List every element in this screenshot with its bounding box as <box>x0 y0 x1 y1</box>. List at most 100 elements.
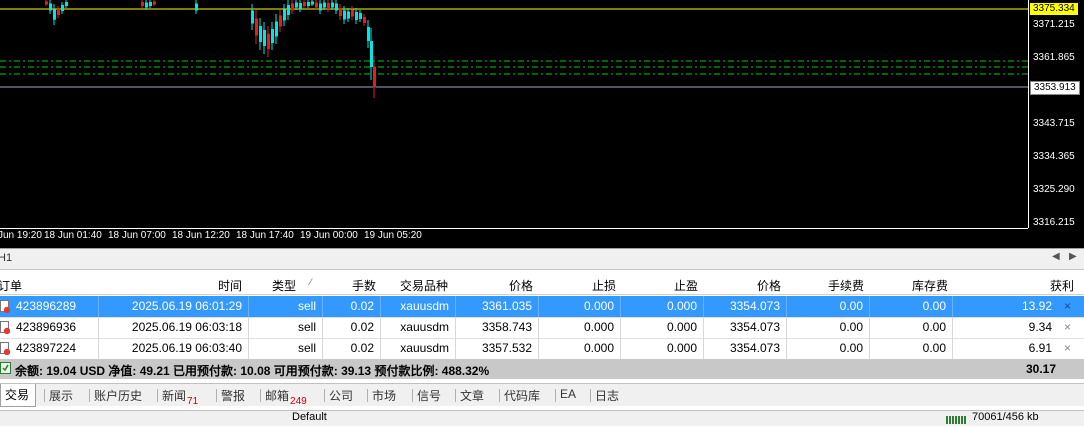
candle-body <box>65 2 68 6</box>
col-type[interactable]: 类型 <box>272 277 296 294</box>
col-commission[interactable]: 手续费 <box>828 277 864 294</box>
candle-body <box>373 66 376 88</box>
tab-0[interactable]: 交易 <box>0 384 37 407</box>
chart-tab-row: H1 ◀ ▶ <box>0 248 1084 270</box>
tab-12[interactable]: 日志 <box>595 387 619 404</box>
candle-body <box>295 2 298 8</box>
tab-label: 交易 <box>5 388 30 402</box>
cell-order: 423896936 <box>16 320 77 334</box>
sell-order-icon <box>0 342 10 355</box>
candle-body <box>275 21 278 37</box>
chart-tab-h1[interactable]: H1 <box>0 252 12 264</box>
candle-body <box>259 26 262 42</box>
candle-body <box>339 8 342 16</box>
cell-type: sell <box>297 320 316 334</box>
tab-10[interactable]: 代码库 <box>504 387 540 404</box>
col-price[interactable]: 价格 <box>509 277 533 294</box>
candle-body <box>315 2 318 8</box>
tab-divider <box>260 389 261 402</box>
candle-body <box>347 11 350 19</box>
candle-body <box>251 10 254 24</box>
tab-11[interactable]: EA <box>560 387 576 401</box>
col-sl[interactable]: 止损 <box>592 277 616 294</box>
candle-body <box>343 10 346 20</box>
candle-body <box>323 2 326 8</box>
current-price-tag: 3375.334 <box>1030 3 1078 15</box>
cell-price: 3361.035 <box>481 299 532 313</box>
column-divider <box>98 338 99 359</box>
tab-9[interactable]: 文章 <box>460 387 484 404</box>
col-tp[interactable]: 止盈 <box>674 277 698 294</box>
candle-body <box>153 1 156 5</box>
tab-divider <box>216 389 217 402</box>
tab-divider <box>44 389 45 402</box>
close-order-icon[interactable]: × <box>1064 299 1071 313</box>
candle-body <box>351 9 354 17</box>
tab-label: EA <box>560 387 577 401</box>
table-row[interactable]: 423896936 2025.06.19 06:03:18 sell 0.02 xauu… <box>0 317 1084 339</box>
col-swap[interactable]: 库存费 <box>912 277 948 294</box>
col-volume[interactable]: 手数 <box>352 277 376 294</box>
cell-tp: 0.000 <box>666 320 697 334</box>
time-tick: 18 Jun 07:00 <box>108 230 166 241</box>
col-profit[interactable]: 获利 <box>1050 277 1074 294</box>
cell-type: sell <box>297 299 316 313</box>
scroll-left-icon[interactable]: ◀ <box>1052 251 1060 262</box>
time-tick: 18 Jun 17:40 <box>236 230 294 241</box>
candlestick-plot[interactable] <box>0 0 1028 228</box>
candle-body <box>303 2 306 6</box>
tab-5[interactable]: 邮箱249 <box>265 387 307 407</box>
col-symbol[interactable]: 交易品种 <box>400 277 448 294</box>
candle-body <box>45 1 48 5</box>
tab-divider <box>455 389 456 402</box>
cell-symbol: xauusdm <box>400 341 449 355</box>
time-tick: 18 Jun 01:40 <box>44 230 102 241</box>
tab-7[interactable]: 市场 <box>372 387 396 404</box>
cell-time: 2025.06.19 06:03:40 <box>131 341 242 355</box>
tab-label: 账户历史 <box>94 389 143 403</box>
candle-body <box>57 9 60 15</box>
scroll-right-icon[interactable]: ▶ <box>1069 251 1077 262</box>
table-row[interactable]: 423897224 2025.06.19 06:03:40 sell 0.02 xauu… <box>0 338 1084 360</box>
col-order[interactable]: 订单 <box>0 277 22 294</box>
candle-body <box>53 9 56 20</box>
tab-2[interactable]: 账户历史 <box>94 387 142 404</box>
candle-body <box>331 2 334 8</box>
tab-label: 警报 <box>221 389 246 403</box>
candle-body <box>335 3 338 11</box>
terminal-panel: 订单 时间 类型 ⁄ 手数 交易品种 价格 止损 止盈 价格 手续费 库存费 获… <box>0 270 1084 425</box>
close-order-icon[interactable]: × <box>1064 341 1071 355</box>
cell-profit: 13.92 <box>1021 299 1052 313</box>
tab-1[interactable]: 展示 <box>49 387 73 404</box>
cell-price: 3358.743 <box>481 320 532 334</box>
table-row[interactable]: 423896289 2025.06.19 06:01:29 sell 0.02 xauu… <box>0 296 1084 318</box>
cell-time: 2025.06.19 06:03:18 <box>131 320 242 334</box>
tab-label: 代码库 <box>504 389 541 403</box>
tab-divider <box>590 389 591 402</box>
col-current-price[interactable]: 价格 <box>757 277 781 294</box>
close-order-icon[interactable]: × <box>1064 320 1071 334</box>
candle-body <box>283 9 286 21</box>
tab-label: 文章 <box>460 389 485 403</box>
tab-3[interactable]: 新闻71 <box>162 387 198 407</box>
price-tick: 3343.715 <box>1033 118 1075 129</box>
col-time[interactable]: 时间 <box>218 277 242 294</box>
tab-4[interactable]: 警报 <box>221 387 245 404</box>
tab-label: 展示 <box>49 389 74 403</box>
status-bar: Default 70061/456 kb <box>0 410 1084 426</box>
tab-divider <box>157 389 158 402</box>
candle-body <box>149 2 152 6</box>
cell-cur-price: 3354.073 <box>729 320 780 334</box>
tab-6[interactable]: 公司 <box>329 387 353 404</box>
price-tick: 3361.865 <box>1033 52 1075 63</box>
candle-body <box>287 5 290 15</box>
tab-8[interactable]: 信号 <box>417 387 441 404</box>
cell-symbol: xauusdm <box>400 299 449 313</box>
time-tick: 19 Jun 00:00 <box>300 230 358 241</box>
candle-body <box>367 27 370 41</box>
cell-volume: 0.02 <box>350 341 374 355</box>
candle-body <box>307 2 310 6</box>
price-tick: 3325.290 <box>1033 184 1075 195</box>
candle-body <box>255 18 258 36</box>
price-chart[interactable]: 3375.334 3371.215 3361.865 3353.913 3343… <box>0 0 1084 248</box>
